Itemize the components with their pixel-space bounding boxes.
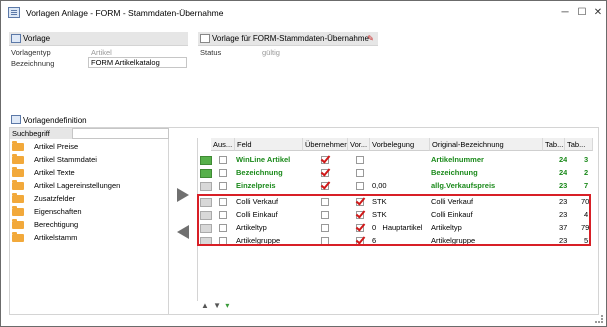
move-up-icon[interactable]: ▲ — [201, 301, 209, 310]
table-toolbar: ▲ ▼ ▾ — [201, 301, 229, 310]
folder-icon — [12, 219, 24, 229]
list-item[interactable]: Artikel Texte — [10, 166, 168, 179]
col-aus[interactable]: Aus... — [211, 138, 235, 151]
tab2-cell: 3 — [584, 155, 589, 164]
vorlage-header-label: Vorlage — [23, 34, 51, 43]
highlight-box — [197, 194, 591, 246]
vorbelegung-cell[interactable]: 0,00 — [372, 179, 387, 192]
status-label: Status — [200, 48, 222, 57]
vor-checkbox[interactable] — [356, 182, 364, 190]
vorlage-fuer-label: Vorlage für FORM-Stammdaten-Übernahme — [212, 34, 369, 43]
uebernehmen-checkbox[interactable] — [321, 182, 329, 190]
move-down-icon[interactable]: ▼ — [213, 301, 221, 310]
vorlage-fuer-header: Vorlage für FORM-Stammdaten-Übernahme ✎ — [198, 32, 378, 46]
folder-icon — [12, 232, 24, 242]
tab1-cell: 24 — [559, 168, 568, 177]
uebernehmen-checkbox[interactable] — [321, 169, 329, 177]
col-original[interactable]: Original-Bezeichnung — [430, 138, 543, 151]
vorlagendefinition-label: Vorlagendefinition — [23, 116, 87, 125]
list-item-label: Artikel Preise — [34, 142, 79, 151]
list-item[interactable]: Artikel Preise — [10, 140, 168, 153]
folder-icon — [200, 156, 212, 165]
tab1-cell: 23 — [559, 181, 568, 190]
vor-checkbox[interactable] — [356, 169, 364, 177]
list-item-label: Artikel Texte — [34, 168, 75, 177]
list-item-label: Zusatzfelder — [34, 194, 76, 203]
vorlagendefinition-header: Vorlagendefinition — [9, 114, 599, 127]
list-item-label: Berechtigung — [34, 220, 79, 229]
feld-cell: WinLine Artikel — [236, 155, 291, 164]
move-right-arrow-icon[interactable] — [177, 188, 189, 202]
aus-checkbox[interactable] — [219, 156, 227, 164]
suchbegriff-label: Suchbegriff — [10, 128, 72, 139]
col-tab2[interactable]: Tab... — [565, 138, 593, 151]
bezeichnung-field[interactable]: FORM Artikelkatalog — [88, 57, 187, 68]
list-item-label: Artikel Lagereinstellungen — [34, 181, 121, 190]
col-feld[interactable]: Feld — [235, 138, 303, 151]
col-vor[interactable]: Vor... — [348, 138, 370, 151]
row-icon — [200, 182, 212, 191]
resize-grip-icon[interactable] — [595, 315, 603, 323]
feld-cell: Bezeichnung — [236, 168, 283, 177]
original-cell: Artikelnummer — [431, 155, 484, 164]
suchbegriff-input[interactable] — [72, 128, 169, 139]
list-item[interactable]: Zusatzfelder — [10, 192, 168, 205]
pin-icon[interactable]: ✎ — [367, 32, 374, 46]
list-item[interactable]: Eigenschaften — [10, 205, 168, 218]
folder-icon — [12, 180, 24, 190]
title-bar: Vorlagen Anlage - FORM - Stammdaten-Über… — [1, 1, 606, 25]
status-value: gültig — [262, 48, 280, 57]
close-icon[interactable]: ✕ — [591, 6, 605, 20]
original-cell: Bezeichnung — [431, 168, 478, 177]
checkbox-icon[interactable] — [200, 34, 210, 43]
tab1-cell: 24 — [559, 155, 568, 164]
folder-icon — [12, 141, 24, 151]
category-list: Artikel Preise Artikel Stammdatei Artike… — [10, 139, 169, 314]
folder-icon — [12, 206, 24, 216]
vorlage-header: Vorlage — [9, 32, 188, 46]
tab2-cell: 7 — [584, 181, 589, 190]
filter-icon[interactable]: ▾ — [225, 301, 229, 310]
list-item-label: Artikelstamm — [34, 233, 78, 242]
list-item-label: Artikel Stammdatei — [34, 155, 97, 164]
minimize-icon[interactable]: ─ — [558, 6, 572, 20]
list-item[interactable]: Artikelstamm — [10, 231, 168, 244]
folder-icon — [200, 169, 212, 178]
app-icon — [8, 7, 20, 18]
tab2-cell: 2 — [584, 168, 589, 177]
folder-icon — [12, 167, 24, 177]
list-item[interactable]: Artikel Stammdatei — [10, 153, 168, 166]
vorlagentyp-label: Vorlagentyp — [11, 48, 51, 57]
app-window: Vorlagen Anlage - FORM - Stammdaten-Über… — [0, 0, 607, 327]
vor-checkbox[interactable] — [356, 156, 364, 164]
list-item[interactable]: Artikel Lagereinstellungen — [10, 179, 168, 192]
original-cell: allg.Verkaufspreis — [431, 181, 496, 190]
definition-icon — [11, 115, 21, 124]
list-item[interactable]: Berechtigung — [10, 218, 168, 231]
aus-checkbox[interactable] — [219, 169, 227, 177]
window-title: Vorlagen Anlage - FORM - Stammdaten-Über… — [26, 8, 224, 18]
bezeichnung-label: Bezeichnung — [11, 59, 55, 68]
col-uebernehmen[interactable]: Übernehmen — [303, 138, 348, 151]
feld-cell: Einzelpreis — [236, 181, 276, 190]
maximize-icon[interactable]: ☐ — [575, 6, 589, 20]
folder-icon — [12, 193, 24, 203]
uebernehmen-checkbox[interactable] — [321, 156, 329, 164]
move-left-arrow-icon[interactable] — [177, 225, 189, 239]
col-vorbelegung[interactable]: Vorbelegung — [370, 138, 430, 151]
list-item-label: Eigenschaften — [34, 207, 82, 216]
document-icon — [11, 34, 21, 43]
col-tab1[interactable]: Tab... — [543, 138, 565, 151]
aus-checkbox[interactable] — [219, 182, 227, 190]
folder-icon — [12, 154, 24, 164]
